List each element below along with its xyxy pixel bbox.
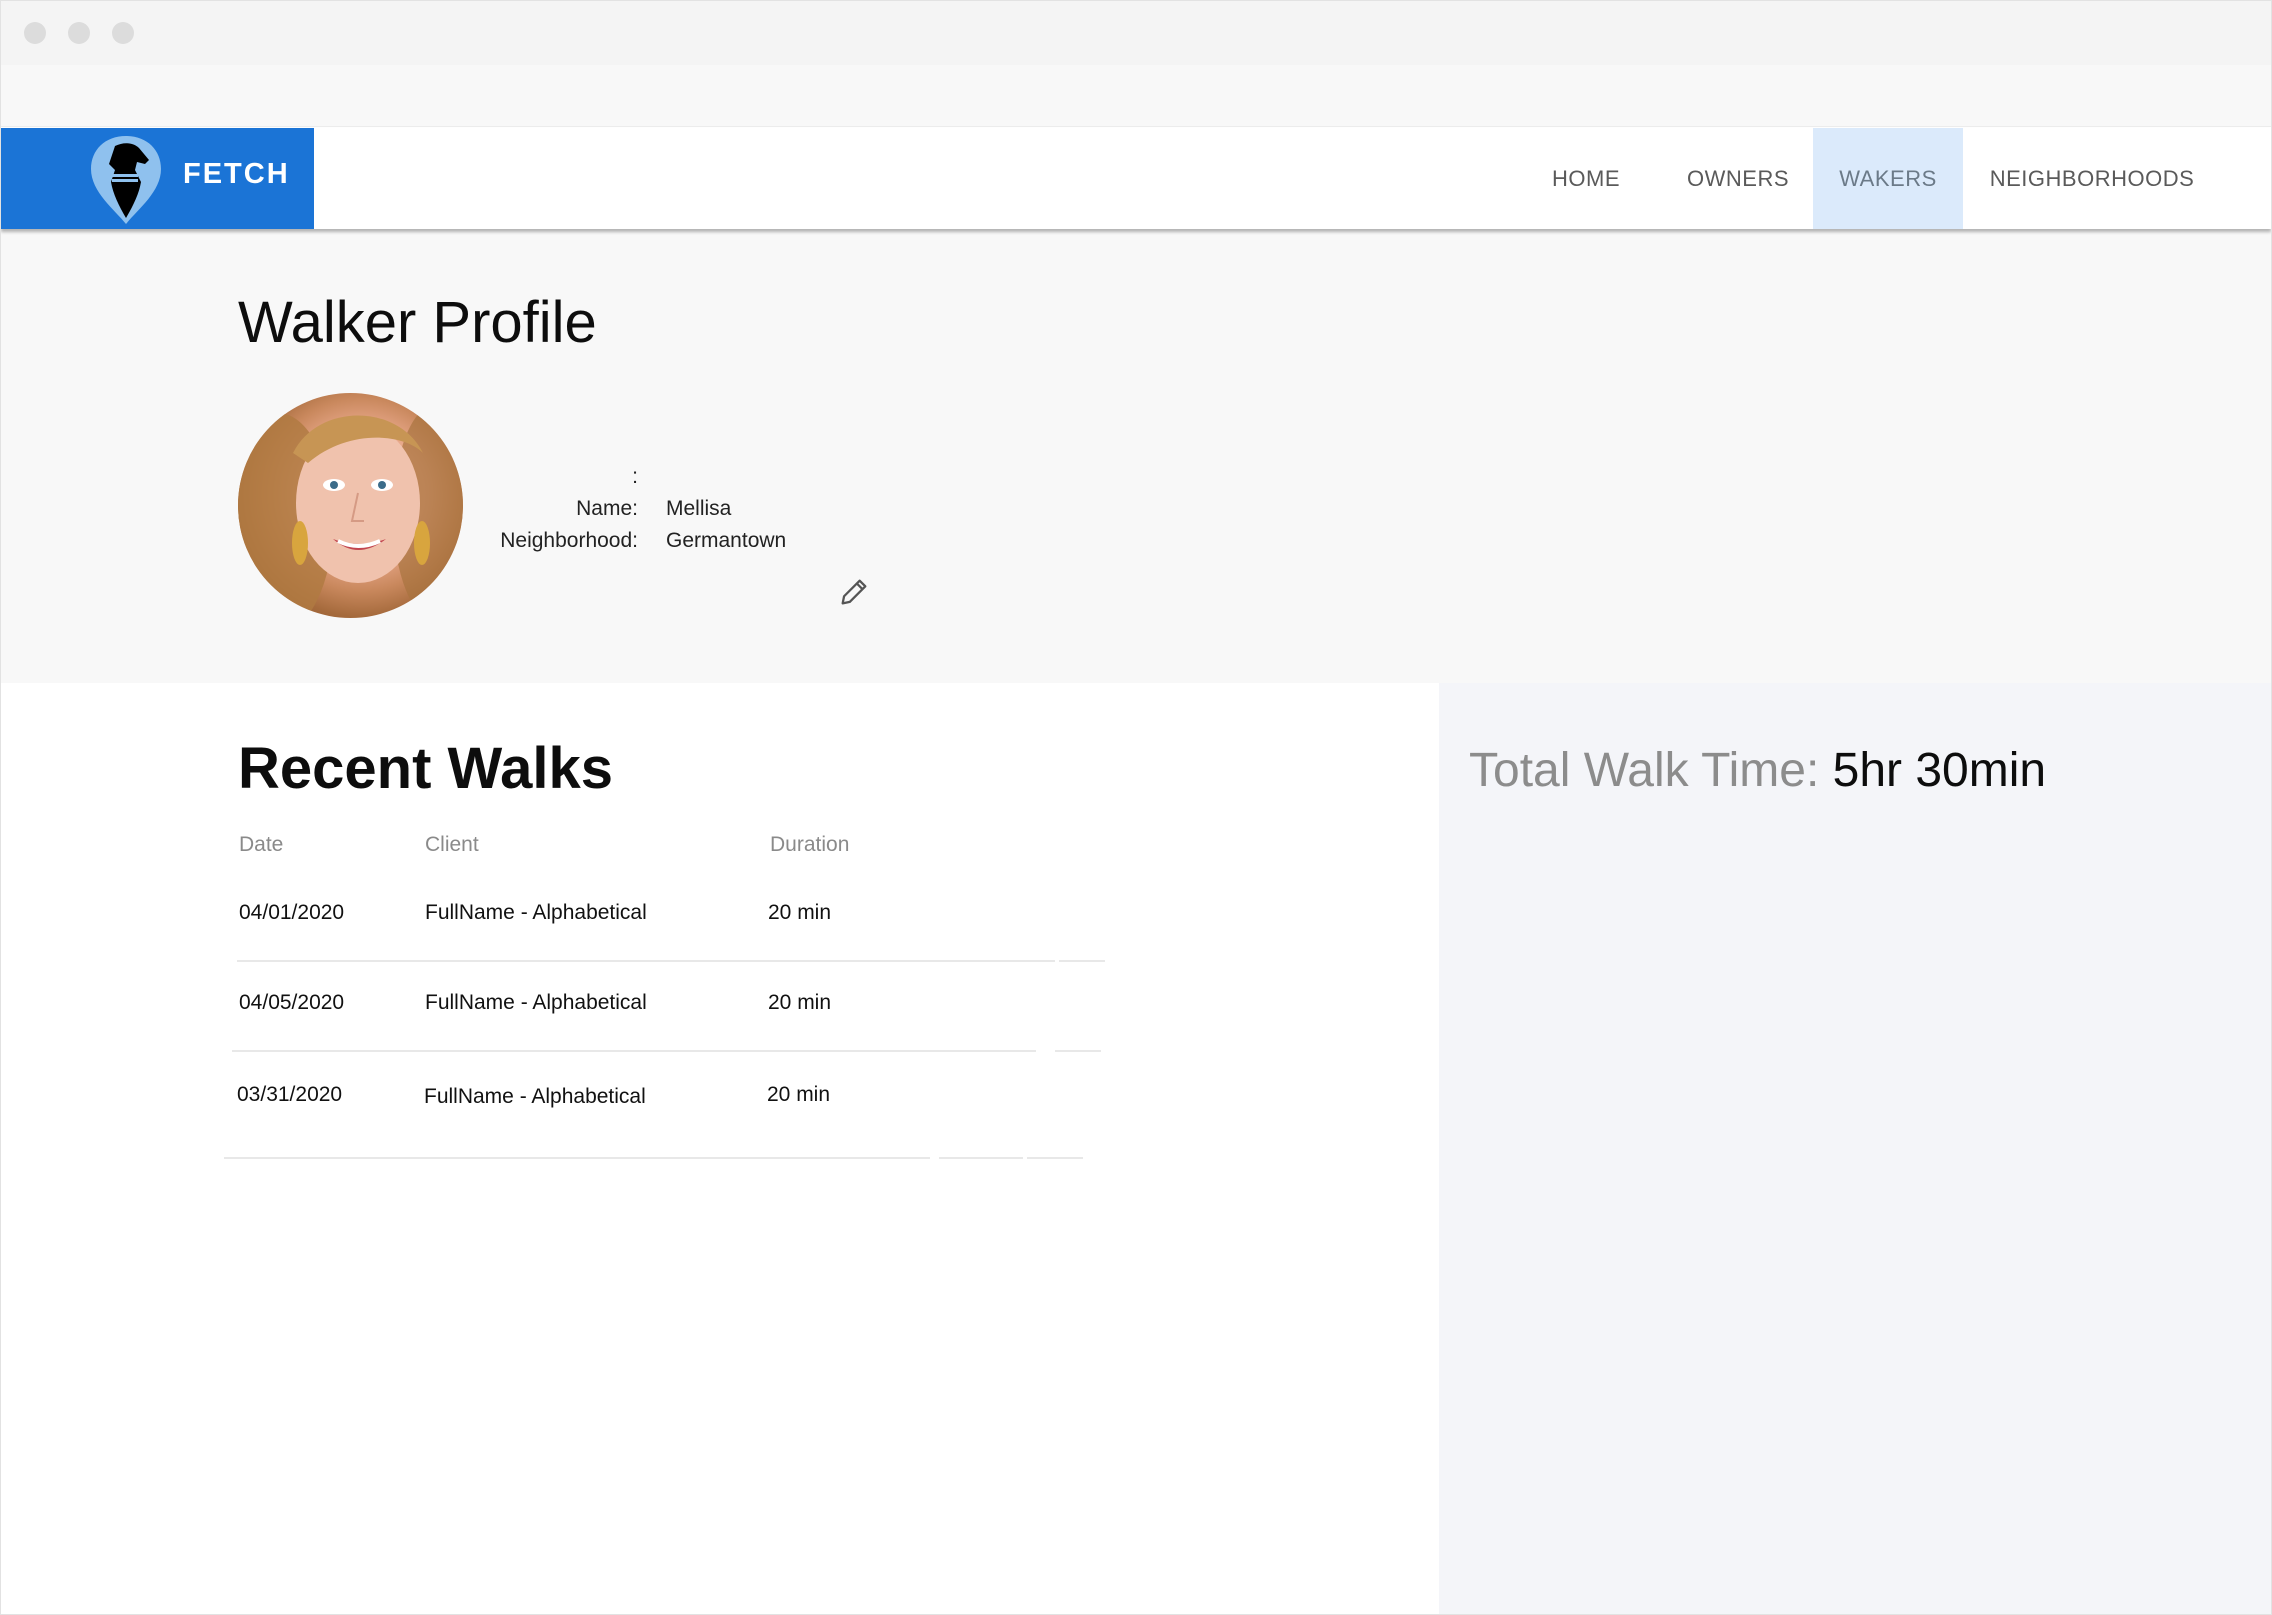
recent-walks-section: Recent Walks Date Client Duration 04/01/… — [1, 683, 1439, 1614]
avatar — [238, 393, 463, 618]
nav-home[interactable]: HOME — [1531, 128, 1641, 229]
column-header-duration[interactable]: Duration — [770, 833, 849, 857]
browser-window: FETCH HOME OWNERS WAKERS NEIGHBORHOODS W… — [0, 0, 2272, 1615]
row-divider — [232, 1050, 1036, 1052]
recent-walks-title: Recent Walks — [238, 736, 613, 801]
walk-client: FullName - Alphabetical — [424, 1085, 646, 1108]
walk-duration: 20 min — [767, 1083, 831, 1106]
row-divider — [1059, 960, 1105, 962]
walk-date: 04/01/2020 — [239, 901, 345, 924]
neighborhood-label: Neighborhood: — [500, 529, 638, 552]
brand-name: FETCH — [183, 158, 290, 190]
column-header-date[interactable]: Date — [239, 833, 283, 857]
walk-summary-panel: Total Walk Time: 5hr 30min — [1439, 683, 2271, 1614]
neighborhood-value: Germantown — [666, 529, 787, 552]
minimize-window-icon[interactable] — [68, 22, 90, 44]
nav-owners[interactable]: OWNERS — [1675, 128, 1801, 229]
walk-duration: 20 min — [768, 901, 832, 924]
maximize-window-icon[interactable] — [112, 22, 134, 44]
total-walk-time-value: 5hr 30min — [1832, 744, 2047, 797]
nav-walkers[interactable]: WAKERS — [1813, 128, 1963, 229]
profile-photo — [238, 403, 463, 618]
walk-date: 03/31/2020 — [237, 1083, 343, 1106]
column-header-client[interactable]: Client — [425, 833, 479, 857]
dog-pin-icon — [91, 136, 161, 224]
close-window-icon[interactable] — [24, 22, 46, 44]
browser-toolbar — [1, 65, 2271, 127]
name-value: Mellisa — [666, 497, 732, 520]
row-divider — [939, 1157, 1023, 1159]
profile-section: Walker Profile : Name: Mellisa Neighborh… — [1, 229, 2271, 683]
walk-client: FullName - Alphabetical — [425, 991, 647, 1014]
title-bar — [1, 1, 2271, 65]
walk-date: 04/05/2020 — [239, 991, 345, 1014]
brand-block[interactable]: FETCH — [1, 128, 314, 229]
pencil-icon[interactable] — [837, 575, 871, 609]
walk-duration: 20 min — [768, 991, 832, 1014]
row-divider — [237, 960, 1055, 962]
name-label: Name: — [576, 497, 638, 520]
walk-client: FullName - Alphabetical — [425, 901, 647, 924]
nav-neighborhoods[interactable]: NEIGHBORHOODS — [1985, 128, 2199, 229]
total-walk-time: Total Walk Time: 5hr 30min — [1469, 743, 2046, 798]
row-divider — [1027, 1157, 1083, 1159]
row-divider — [1055, 1050, 1101, 1052]
row-divider — [224, 1157, 930, 1159]
app-header: FETCH HOME OWNERS WAKERS NEIGHBORHOODS — [1, 128, 2271, 229]
page-title: Walker Profile — [238, 290, 597, 355]
total-walk-time-label: Total Walk Time: — [1469, 744, 1820, 797]
